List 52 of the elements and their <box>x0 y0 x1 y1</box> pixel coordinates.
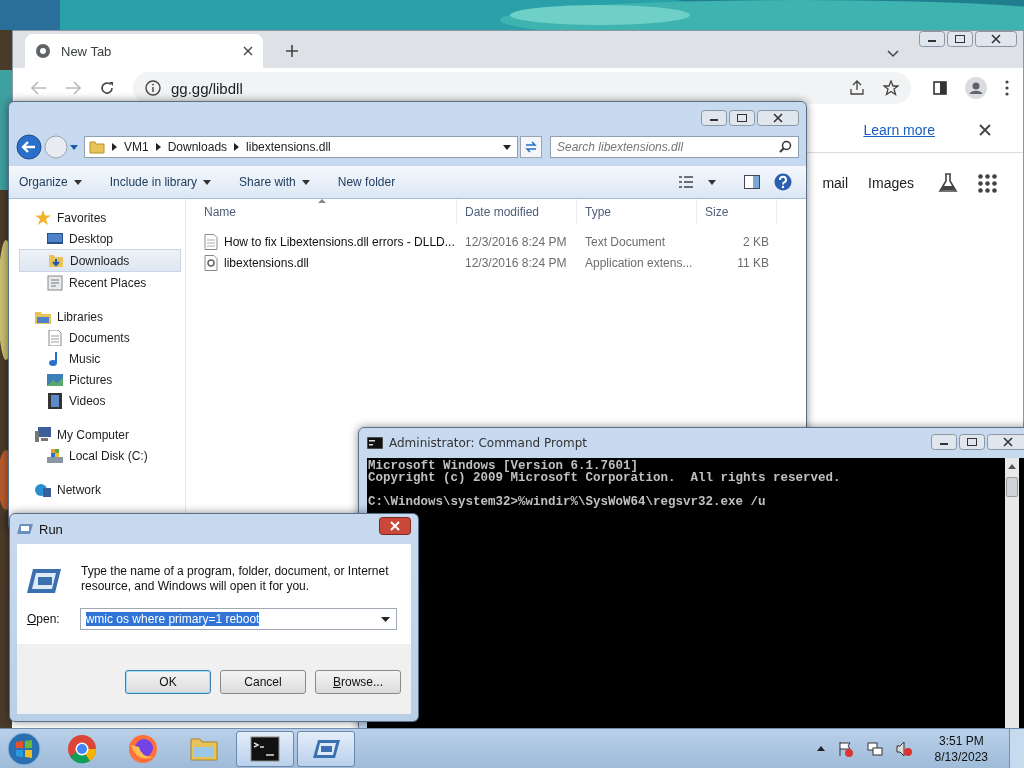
column-header[interactable]: Name <box>196 199 457 225</box>
table-cell-text: 12/3/2016 8:24 PM <box>464 255 568 270</box>
toolbar-button[interactable]: Include in library <box>105 172 216 192</box>
sidebar-item[interactable]: Videos <box>19 390 185 411</box>
sidebar-item[interactable]: Recent Places <box>19 272 185 293</box>
sidebar-item[interactable]: Network <box>19 479 185 500</box>
breadcrumb-item[interactable]: Downloads <box>167 140 228 154</box>
tab-title: New Tab <box>61 43 113 59</box>
column-header[interactable]: Date modified <box>457 199 577 225</box>
column-header[interactable]: Type <box>577 199 697 225</box>
command-field[interactable]: wmic os where primary=1 reboot <box>79 608 397 630</box>
header-link[interactable]: Images <box>868 175 914 191</box>
learn-more-link[interactable]: Learn more <box>863 122 935 138</box>
breadcrumb-item[interactable]: VM1 <box>124 140 149 154</box>
sidebar-item[interactable]: Libraries <box>19 306 185 327</box>
table-cell-text: Text Document <box>584 234 667 249</box>
dialog-button[interactable]: OK <box>125 670 211 694</box>
toolbar-button[interactable]: Share with <box>235 172 314 192</box>
breadcrumb-item[interactable]: libextensions.dll <box>246 140 331 154</box>
field-label: Open: <box>27 612 60 626</box>
clock[interactable]: 3:51 PM 8/13/2023 <box>934 732 988 765</box>
console-line: Copyright (c) 2009 Microsoft Corporation. All rights reserved. <box>368 472 842 484</box>
sidebar-item[interactable]: Music <box>19 348 185 369</box>
console-line: Microsoft Windows [Version 6.1.7601] <box>368 460 639 472</box>
console-line: C:\Windows\system32>%windir%\SysWoW64\regsvr32.exe /u <box>368 496 767 508</box>
toolbar-button[interactable]: New folder <box>333 172 400 192</box>
table-cell-text: Application extens... <box>584 255 694 270</box>
table-cell-text: 2 KB <box>742 234 770 249</box>
sidebar-item[interactable]: My Computer <box>19 424 185 445</box>
description-text: Type the name of a program, folder, document, or Internet resource, and Windows will open it for you. <box>81 564 390 594</box>
sidebar-item[interactable]: Pictures <box>19 369 185 390</box>
window-title: Administrator: Command Prompt <box>389 436 587 450</box>
dialog-button[interactable]: Cancel <box>220 670 306 694</box>
sidebar-item[interactable]: Downloads <box>19 249 181 272</box>
address-bar[interactable]: gg.gg/libdll <box>133 72 911 104</box>
table-cell-text: 12/3/2016 8:24 PM <box>464 234 568 249</box>
url-text: gg.gg/libdll <box>171 79 243 97</box>
column-header[interactable]: Size <box>697 199 777 225</box>
browser-tab[interactable]: New Tab <box>25 34 263 68</box>
window-title: Run <box>39 521 63 537</box>
search-field[interactable]: Search libextensions.dll <box>550 136 799 158</box>
file-name[interactable]: How to fix Libextensions.dll errors - DLLD... <box>224 234 455 249</box>
sidebar-item[interactable]: Favorites <box>19 207 185 228</box>
sidebar-item[interactable]: Documents <box>19 327 185 348</box>
file-name[interactable]: libextensions.dll <box>224 255 309 270</box>
sidebar-item[interactable]: Local Disk (C:) <box>19 445 185 466</box>
header-link[interactable]: mail <box>822 175 849 191</box>
toolbar-button[interactable]: Organize <box>15 172 86 192</box>
sidebar-item[interactable]: Desktop <box>19 228 185 249</box>
breadcrumb-bar[interactable]: VM1 Downloads libextensions.dll <box>84 136 518 158</box>
table-cell-text: 11 KB <box>736 255 770 270</box>
dialog-button[interactable]: Browse... <box>315 670 401 694</box>
